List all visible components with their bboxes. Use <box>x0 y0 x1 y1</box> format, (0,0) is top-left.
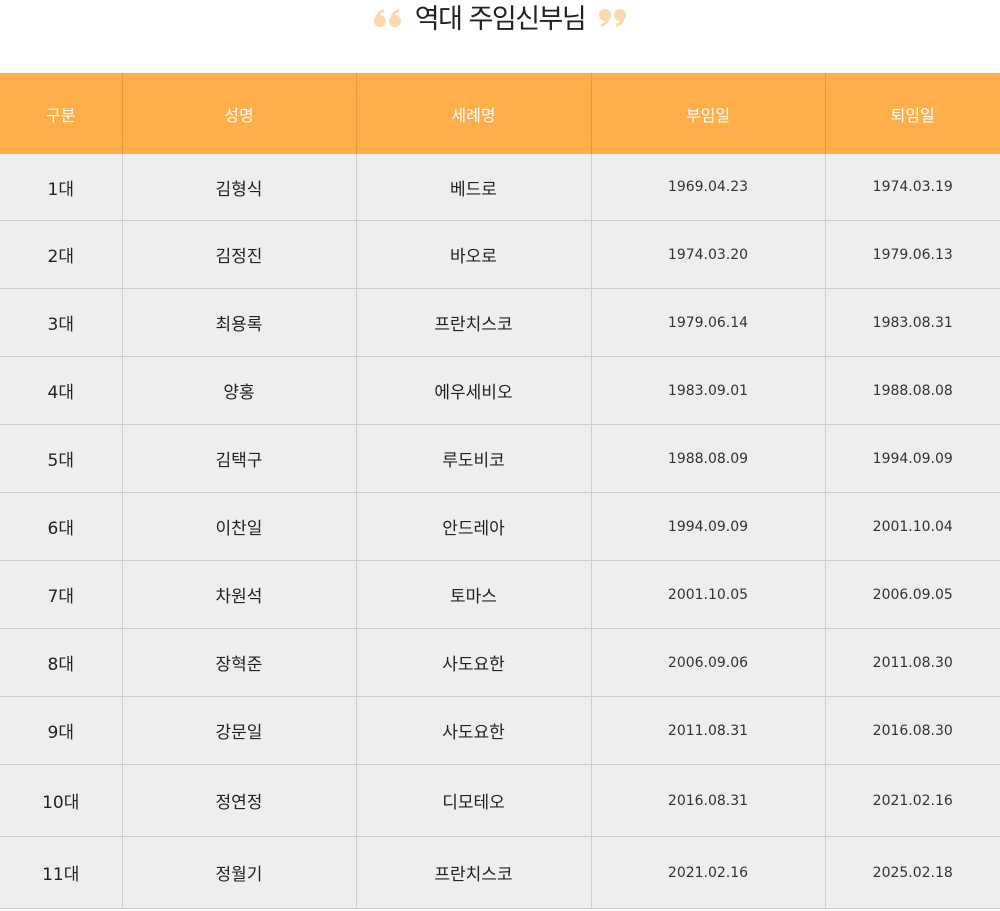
header-start-date: 부임일 <box>591 73 826 154</box>
cell-end-date: 2025.02.18 <box>825 836 1000 909</box>
header-baptismal-name: 세례명 <box>356 73 592 154</box>
cell-name: 강문일 <box>122 696 357 765</box>
cell-end-date: 1979.06.13 <box>825 220 1000 289</box>
table-row: 1대 김형식 베드로 1969.04.23 1974.03.19 <box>0 154 1000 221</box>
cell-name: 김형식 <box>122 154 357 221</box>
cell-start-date: 1979.06.14 <box>591 288 826 357</box>
pastor-history-table: 구분 성명 세례명 부임일 퇴임일 1대 김형식 베드로 1969.04.23 … <box>0 73 1000 909</box>
table-row: 3대 최용록 프란치스코 1979.06.14 1983.08.31 <box>0 288 1000 357</box>
cell-baptismal-name: 베드로 <box>356 154 592 221</box>
cell-generation: 9대 <box>0 696 123 765</box>
cell-generation: 7대 <box>0 560 123 629</box>
table-row: 7대 차원석 토마스 2001.10.05 2006.09.05 <box>0 560 1000 629</box>
cell-start-date: 2021.02.16 <box>591 836 826 909</box>
cell-start-date: 1983.09.01 <box>591 356 826 425</box>
cell-start-date: 2016.08.31 <box>591 764 826 837</box>
cell-name: 김정진 <box>122 220 357 289</box>
cell-name: 최용록 <box>122 288 357 357</box>
cell-baptismal-name: 바오로 <box>356 220 592 289</box>
cell-generation: 11대 <box>0 836 123 909</box>
cell-baptismal-name: 안드레아 <box>356 492 592 561</box>
cell-end-date: 2011.08.30 <box>825 628 1000 697</box>
header-end-date: 퇴임일 <box>825 73 1000 154</box>
page: 역대 주임신부님 구분 성명 세례명 부임일 퇴임일 1대 김형식 베드로 19… <box>0 0 1000 911</box>
cell-baptismal-name: 토마스 <box>356 560 592 629</box>
page-title: 역대 주임신부님 <box>414 4 587 35</box>
cell-generation: 3대 <box>0 288 123 357</box>
table-header-row: 구분 성명 세례명 부임일 퇴임일 <box>0 73 1000 154</box>
cell-end-date: 2016.08.30 <box>825 696 1000 765</box>
cell-baptismal-name: 루도비코 <box>356 424 592 493</box>
cell-generation: 6대 <box>0 492 123 561</box>
table-row: 2대 김정진 바오로 1974.03.20 1979.06.13 <box>0 220 1000 289</box>
cell-start-date: 1974.03.20 <box>591 220 826 289</box>
cell-end-date: 1983.08.31 <box>825 288 1000 357</box>
header-name: 성명 <box>122 73 357 154</box>
cell-name: 양홍 <box>122 356 357 425</box>
cell-baptismal-name: 사도요한 <box>356 628 592 697</box>
table-row: 6대 이찬일 안드레아 1994.09.09 2001.10.04 <box>0 492 1000 561</box>
header-generation: 구분 <box>0 73 123 154</box>
cell-baptismal-name: 에우세비오 <box>356 356 592 425</box>
cell-end-date: 2021.02.16 <box>825 764 1000 837</box>
cell-name: 차원석 <box>122 560 357 629</box>
cell-generation: 5대 <box>0 424 123 493</box>
table-row: 4대 양홍 에우세비오 1983.09.01 1988.08.08 <box>0 356 1000 425</box>
cell-generation: 4대 <box>0 356 123 425</box>
cell-name: 정월기 <box>122 836 357 909</box>
cell-start-date: 1988.08.09 <box>591 424 826 493</box>
table-row: 5대 김택구 루도비코 1988.08.09 1994.09.09 <box>0 424 1000 493</box>
cell-generation: 1대 <box>0 154 123 221</box>
cell-name: 김택구 <box>122 424 357 493</box>
cell-start-date: 2006.09.06 <box>591 628 826 697</box>
table-row: 11대 정월기 프란치스코 2021.02.16 2025.02.18 <box>0 836 1000 909</box>
cell-generation: 8대 <box>0 628 123 697</box>
cell-end-date: 2001.10.04 <box>825 492 1000 561</box>
cell-end-date: 2006.09.05 <box>825 560 1000 629</box>
open-quote-icon <box>373 6 403 30</box>
cell-start-date: 1994.09.09 <box>591 492 826 561</box>
cell-end-date: 1994.09.09 <box>825 424 1000 493</box>
cell-baptismal-name: 디모테오 <box>356 764 592 837</box>
table-row: 8대 장혁준 사도요한 2006.09.06 2011.08.30 <box>0 628 1000 697</box>
close-quote-icon <box>597 6 627 30</box>
cell-baptismal-name: 프란치스코 <box>356 836 592 909</box>
table-row: 9대 강문일 사도요한 2011.08.31 2016.08.30 <box>0 696 1000 765</box>
cell-name: 이찬일 <box>122 492 357 561</box>
cell-start-date: 2011.08.31 <box>591 696 826 765</box>
cell-baptismal-name: 프란치스코 <box>356 288 592 357</box>
cell-generation: 10대 <box>0 764 123 837</box>
cell-start-date: 1969.04.23 <box>591 154 826 221</box>
cell-generation: 2대 <box>0 220 123 289</box>
cell-name: 정연정 <box>122 764 357 837</box>
title-bar: 역대 주임신부님 <box>0 0 1000 40</box>
cell-start-date: 2001.10.05 <box>591 560 826 629</box>
cell-end-date: 1988.08.08 <box>825 356 1000 425</box>
cell-baptismal-name: 사도요한 <box>356 696 592 765</box>
table-row: 10대 정연정 디모테오 2016.08.31 2021.02.16 <box>0 764 1000 837</box>
cell-end-date: 1974.03.19 <box>825 154 1000 221</box>
cell-name: 장혁준 <box>122 628 357 697</box>
